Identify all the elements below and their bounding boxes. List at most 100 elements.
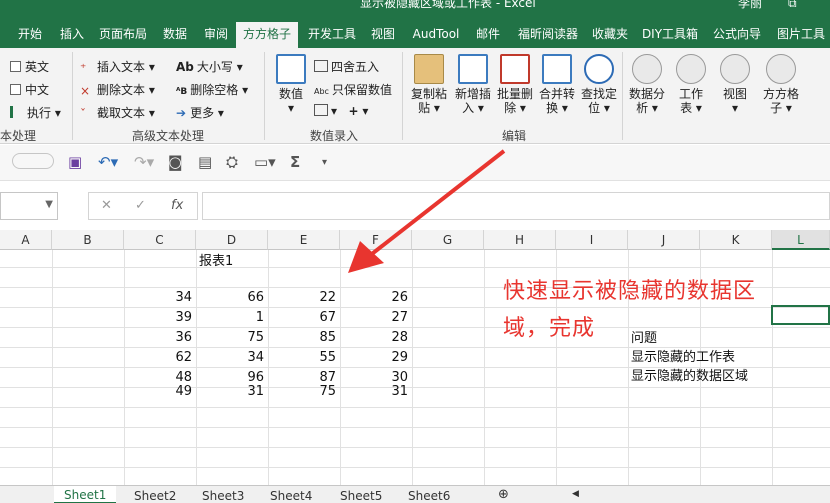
column-header-i[interactable]: I — [556, 230, 628, 250]
table-cell[interactable]: 96 — [200, 370, 264, 385]
table-cell[interactable]: 29 — [344, 350, 408, 365]
active-cell-selection[interactable] — [771, 305, 830, 325]
value-button[interactable]: 数值 ▾ — [268, 54, 314, 115]
print-preview-icon[interactable]: ▤ — [198, 153, 212, 171]
table-cell[interactable]: 34 — [128, 290, 192, 305]
sheet-tab-2[interactable]: Sheet2 — [134, 489, 176, 503]
tab-audtool[interactable]: AudTool — [406, 20, 466, 48]
share-icon[interactable]: ⛭ — [226, 153, 238, 171]
table-cell[interactable]: 27 — [344, 310, 408, 325]
merge-convert-button[interactable]: 合并转 换 ▾ — [534, 54, 580, 115]
tab-page-layout[interactable]: 页面布局 — [94, 20, 152, 48]
chevron-down-icon[interactable]: ▼ — [45, 199, 53, 210]
table-cell[interactable]: 85 — [272, 330, 336, 345]
redo-icon[interactable]: ↷▾ — [134, 153, 154, 171]
camera-icon[interactable]: ◙ — [168, 153, 183, 171]
extract-text-button[interactable]: ˇ 截取文本 ▾ — [80, 104, 155, 121]
tab-favorites[interactable]: 收藏夹 — [588, 20, 632, 48]
save-icon[interactable]: ▣ — [68, 153, 82, 171]
table-cell[interactable]: 48 — [128, 370, 192, 385]
insert-text-button[interactable]: ⁺ 插入文本 ▾ — [80, 58, 155, 75]
chinese-checkbox[interactable]: 中文 — [10, 81, 49, 98]
worksheet-button[interactable]: 工作 表 ▾ — [668, 54, 714, 115]
english-checkbox[interactable]: 英文 — [10, 58, 49, 75]
table-cell[interactable]: 66 — [200, 290, 264, 305]
round-button[interactable]: 四舍五入 — [314, 58, 379, 75]
column-header-a[interactable]: A — [0, 230, 52, 250]
restore-icon[interactable]: ⧉ — [788, 0, 797, 11]
table-cell[interactable]: 1 — [200, 310, 264, 325]
tab-picture-tools[interactable]: 图片工具 — [772, 20, 830, 48]
tab-fangfang[interactable]: 方方格子 — [236, 20, 298, 48]
tab-foxit[interactable]: 福昕阅读器 — [510, 20, 586, 48]
copy-paste-button[interactable]: 复制粘 贴 ▾ — [406, 54, 452, 115]
table-cell[interactable]: 75 — [200, 330, 264, 345]
name-box[interactable]: ▼ — [0, 192, 58, 220]
form-icon[interactable]: ▭▾ — [254, 153, 276, 171]
confirm-icon[interactable]: ✓ — [135, 198, 146, 213]
table-cell[interactable]: 34 — [200, 350, 264, 365]
fangfang-button[interactable]: 方方格 子 ▾ — [756, 54, 806, 115]
tab-formula-wizard[interactable]: 公式向导 — [708, 20, 766, 48]
column-header-e[interactable]: E — [268, 230, 340, 250]
customize-toolbar-icon[interactable]: ▾ — [322, 157, 327, 168]
sheet-tab-5[interactable]: Sheet5 — [340, 489, 382, 503]
table-cell[interactable]: 31 — [200, 384, 264, 399]
table-cell[interactable]: 28 — [344, 330, 408, 345]
scroll-left-icon[interactable]: ◀ — [572, 489, 579, 499]
table-cell[interactable]: 87 — [272, 370, 336, 385]
execute-button[interactable]: 执行 ▾ — [10, 104, 61, 121]
sheet-tab-6[interactable]: Sheet6 — [408, 489, 450, 503]
formula-input[interactable] — [202, 192, 830, 220]
note-cell[interactable]: 问题 — [631, 327, 657, 346]
column-header-c[interactable]: C — [124, 230, 196, 250]
tab-mail[interactable]: 邮件 — [470, 20, 506, 48]
table-cell[interactable]: 36 — [128, 330, 192, 345]
table-cell[interactable]: 30 — [344, 370, 408, 385]
table-cell[interactable]: 39 — [128, 310, 192, 325]
batch-delete-button[interactable]: 批量删 除 ▾ — [492, 54, 538, 115]
view-button[interactable]: 视图 ▾ — [712, 54, 758, 115]
table-cell[interactable]: 67 — [272, 310, 336, 325]
tab-home[interactable]: 开始 — [10, 20, 50, 48]
more-button[interactable]: ➔ 更多 ▾ — [176, 104, 224, 121]
table-cell[interactable]: 22 — [272, 290, 336, 305]
tab-diy-toolbox[interactable]: DIY工具箱 — [640, 20, 700, 48]
report-title-cell[interactable]: 报表1 — [199, 250, 233, 269]
table-cell[interactable]: 31 — [344, 384, 408, 399]
undo-icon[interactable]: ↶▾ — [98, 153, 118, 171]
fx-icon[interactable]: fx — [171, 198, 183, 213]
autosum-icon[interactable]: Σ — [290, 153, 300, 171]
cancel-icon[interactable]: ✕ — [101, 198, 112, 213]
column-header-l[interactable]: L — [772, 230, 830, 250]
delete-space-button[interactable]: ᴬB 删除空格 ▾ — [176, 81, 248, 98]
keep-values-button[interactable]: Abc 只保留数值 — [314, 81, 392, 98]
add-sheet-icon[interactable]: ⊕ — [498, 487, 509, 502]
plus-icon[interactable]: + — [348, 104, 358, 118]
tab-data[interactable]: 数据 — [156, 20, 194, 48]
column-header-d[interactable]: D — [196, 230, 268, 250]
sheet-tab-4[interactable]: Sheet4 — [270, 489, 312, 503]
tab-developer[interactable]: 开发工具 — [302, 20, 362, 48]
delete-text-button[interactable]: × 删除文本 ▾ — [80, 81, 155, 98]
tab-view[interactable]: 视图 — [366, 20, 400, 48]
table-cell[interactable]: 75 — [272, 384, 336, 399]
find-locate-button[interactable]: 查找定 位 ▾ — [576, 54, 622, 115]
quick-entry-button[interactable]: ▾ + ▾ — [314, 104, 368, 118]
sheet-tab-1[interactable]: Sheet1 — [54, 486, 117, 503]
add-insert-button[interactable]: 新增插 入 ▾ — [450, 54, 496, 115]
table-cell[interactable]: 49 — [128, 384, 192, 399]
data-analysis-button[interactable]: 数据分 析 ▾ — [624, 54, 670, 115]
note-cell[interactable]: 显示隐藏的工作表 — [631, 346, 735, 365]
tab-review[interactable]: 审阅 — [198, 20, 234, 48]
table-cell[interactable]: 62 — [128, 350, 192, 365]
case-button[interactable]: Ab 大小写 ▾ — [176, 58, 243, 75]
table-cell[interactable]: 26 — [344, 290, 408, 305]
user-name[interactable]: 李丽 — [738, 0, 762, 11]
touch-mode-toggle[interactable] — [12, 153, 54, 169]
column-header-k[interactable]: K — [700, 230, 772, 250]
column-header-j[interactable]: J — [628, 230, 700, 250]
tab-insert[interactable]: 插入 — [54, 20, 90, 48]
sheet-tab-3[interactable]: Sheet3 — [202, 489, 244, 503]
table-cell[interactable]: 55 — [272, 350, 336, 365]
